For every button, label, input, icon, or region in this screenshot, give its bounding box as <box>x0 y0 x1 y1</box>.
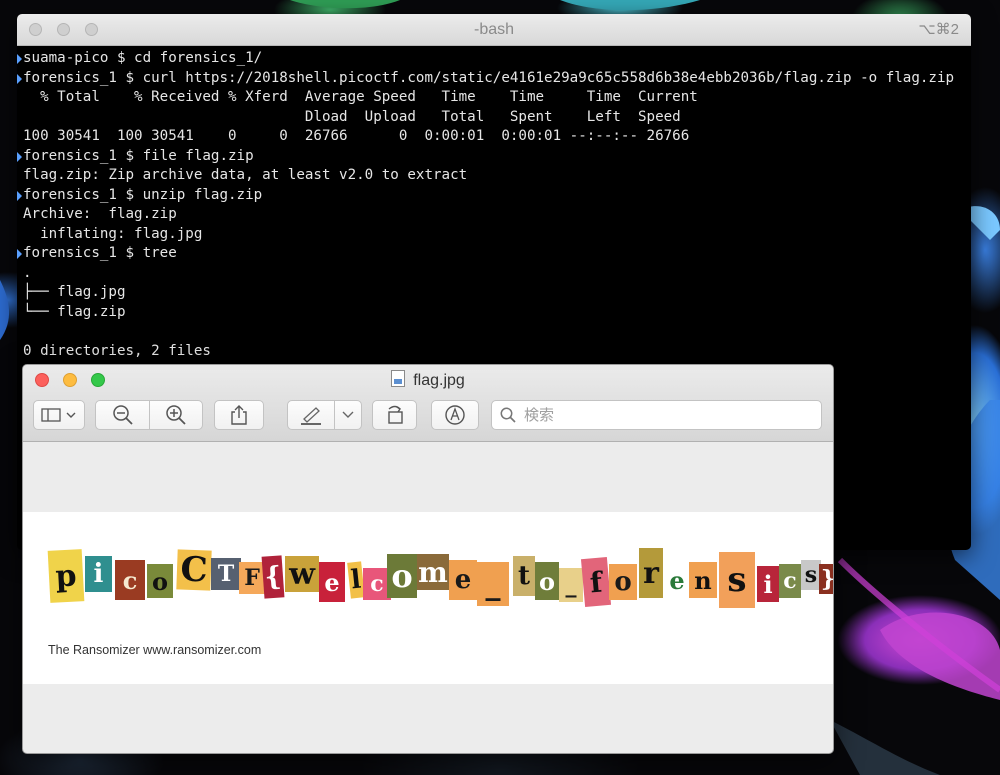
ransom-letter: o <box>387 554 417 598</box>
ransom-letter: _ <box>477 562 509 606</box>
ransom-letter: e <box>319 562 345 602</box>
ransom-letter: _ <box>559 568 583 602</box>
terminal-output-line: └── flag.zip <box>23 303 126 320</box>
annotate-button[interactable] <box>431 400 479 430</box>
ransom-letter: o <box>535 562 559 600</box>
ransom-letter: } <box>819 564 833 594</box>
ransom-letter: e <box>449 560 477 600</box>
preview-window: flag.jpg 検索 p i c o C T F {w e l c o m … <box>22 364 834 754</box>
preview-toolbar: flag.jpg <box>23 365 833 442</box>
markup-menu-button[interactable] <box>334 400 362 430</box>
terminal-output[interactable]: suama-pico $ cd forensics_1/forensics_1 … <box>17 46 971 361</box>
image-canvas: p i c o C T F{w e l c o m e _ t o _ f o r e n s i c s} The Ransom… <box>23 512 833 684</box>
ransom-letter: f <box>580 556 612 608</box>
ransom-letter: t <box>513 556 535 596</box>
zoom-out-icon <box>112 405 133 425</box>
terminal-command-line: forensics_1 $ curl https://2018shell.pic… <box>17 69 971 89</box>
markup-pen-button[interactable] <box>287 400 335 430</box>
terminal-output-line: Archive: flag.zip <box>23 206 177 222</box>
terminal-output-line: Dload Upload Total Spent Left Speed <box>23 108 681 125</box>
terminal-output-line: flag.zip: Zip archive data, at least v2.… <box>23 167 468 183</box>
rotate-icon <box>387 405 403 424</box>
preview-title: flag.jpg <box>23 370 833 390</box>
search-input[interactable] <box>522 405 816 425</box>
terminal-titlebar: -bash ⌥⌘2 <box>17 14 971 46</box>
zoom-in-icon <box>166 405 186 425</box>
zoom-in-button[interactable] <box>149 400 203 430</box>
preview-title-text: flag.jpg <box>413 372 465 389</box>
share-button[interactable] <box>214 400 264 430</box>
terminal-output-line: 0 directories, 2 files <box>23 342 211 359</box>
window-shortcut: ⌥⌘2 <box>918 21 959 38</box>
ransom-note-image: p i c o C T F{w e l c o m e _ t o _ f o r e n s i c s} <box>47 542 833 612</box>
ransom-letter: n <box>689 562 717 598</box>
ransom-letter: e <box>665 562 689 598</box>
rotate-button[interactable] <box>372 400 417 430</box>
ransom-letter: o <box>147 564 173 598</box>
search-field[interactable] <box>491 400 822 430</box>
markup-pen-icon <box>301 407 321 425</box>
terminal-title: -bash <box>473 21 515 38</box>
ransom-letter: T <box>211 558 241 590</box>
image-credit: The Ransomizer www.ransomizer.com <box>48 643 262 657</box>
ransom-letter: c <box>779 564 801 598</box>
ransom-letter: i <box>85 556 112 592</box>
terminal-command-line: forensics_1 $ tree <box>17 244 971 264</box>
terminal-output-line: 100 30541 100 30541 0 0 26766 0 0:00:01 … <box>23 128 690 144</box>
ransom-letter: { <box>261 555 285 599</box>
chevron-down-icon <box>342 411 354 418</box>
terminal-output-line: % Total % Received % Xferd Average Speed… <box>23 89 698 105</box>
share-icon <box>231 405 247 425</box>
ransom-letter: w <box>285 556 319 592</box>
terminal-output-line: inflating: flag.jpg <box>23 225 203 242</box>
terminal-command-line: suama-pico $ cd forensics_1/ <box>17 49 971 69</box>
jpg-file-icon <box>391 370 406 387</box>
ransom-letter: r <box>639 548 663 598</box>
sidebar-view-button[interactable] <box>33 400 85 430</box>
ransom-letter: i <box>757 566 779 602</box>
ransom-letter: s <box>801 560 821 590</box>
ransom-letter: c <box>115 560 145 600</box>
annotate-icon <box>445 405 465 425</box>
search-icon <box>500 407 516 423</box>
terminal-output-line: ├── flag.jpg <box>23 284 126 300</box>
zoom-out-button[interactable] <box>95 400 150 430</box>
terminal-output-line: . <box>23 264 32 281</box>
ransom-letter: m <box>417 554 449 590</box>
terminal-command-line: forensics_1 $ file flag.zip <box>17 147 971 167</box>
ransom-letter: p <box>47 549 85 603</box>
sidebar-icon <box>41 408 76 422</box>
ransom-letter: o <box>609 564 637 600</box>
ransom-letter: C <box>176 549 212 591</box>
ransom-letter: F <box>239 562 265 594</box>
ransom-letter: s <box>719 552 755 608</box>
terminal-command-line: forensics_1 $ unzip flag.zip <box>17 186 971 206</box>
